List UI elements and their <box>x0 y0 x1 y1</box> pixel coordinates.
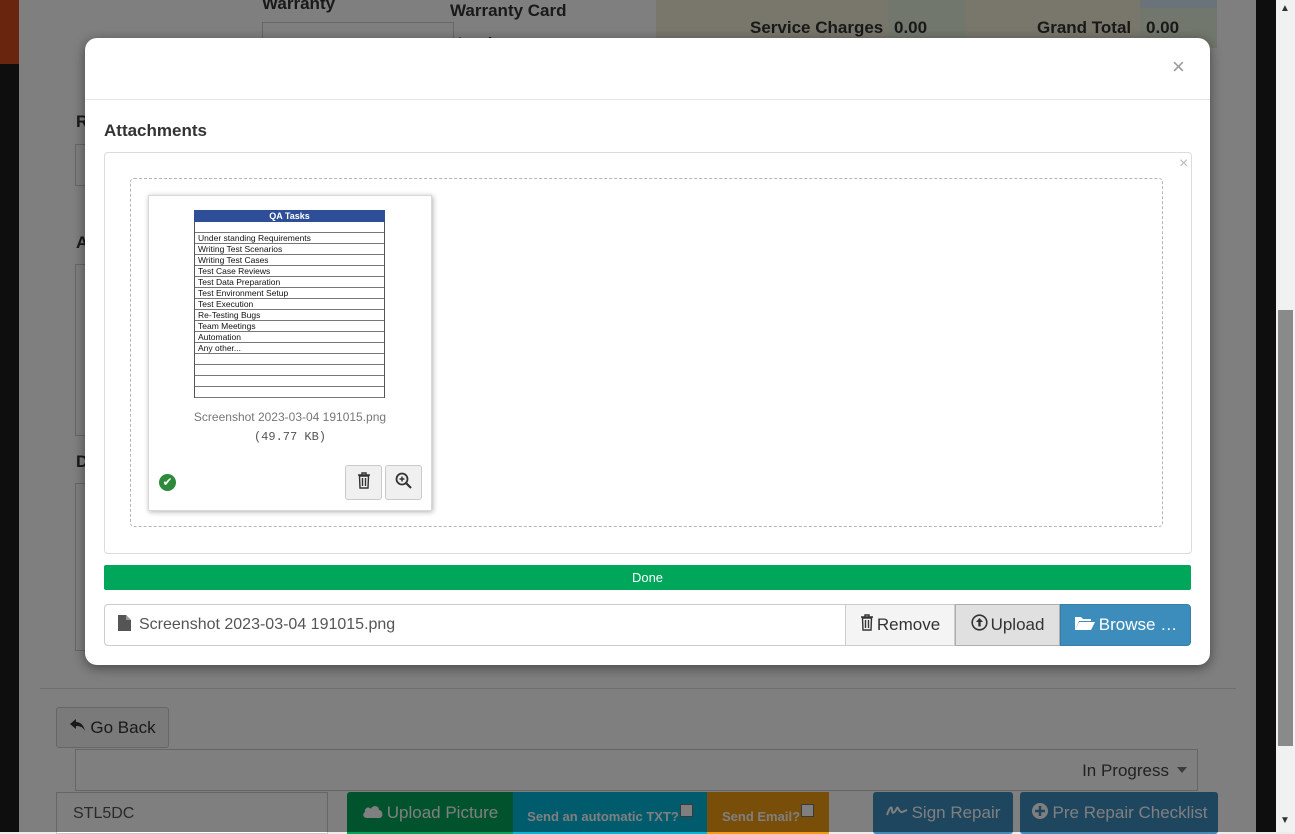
remove-file-button[interactable] <box>345 465 382 500</box>
scrollbar-thumb[interactable] <box>1278 310 1293 746</box>
file-icon <box>118 614 131 636</box>
file-input-group: Screenshot 2023-03-04 191015.png Remove … <box>104 604 1191 646</box>
file-caption[interactable]: Screenshot 2023-03-04 191015.png <box>104 604 846 646</box>
file-drop-zone[interactable]: QA Tasks Under standing Requirements Writ… <box>130 178 1163 527</box>
thumbnail-row: Test Execution <box>195 299 384 310</box>
file-caption-name: Screenshot 2023-03-04 191015.png <box>139 616 396 633</box>
file-preview-box: × QA Tasks Under standing Requirements Wr… <box>104 152 1192 554</box>
file-size: (49.77 KB) <box>253 430 326 444</box>
thumbnail-row <box>195 222 384 233</box>
trash-icon <box>357 471 371 494</box>
thumbnail-row: Test Environment Setup <box>195 288 384 299</box>
modal-header: × <box>85 38 1210 100</box>
thumbnail-row <box>195 365 384 376</box>
thumbnail-row: Any other... <box>195 343 384 354</box>
thumbnail-row <box>195 387 384 398</box>
thumbnail-title: QA Tasks <box>194 210 385 222</box>
remove-button[interactable]: Remove <box>845 604 955 646</box>
upload-button[interactable]: Upload <box>955 604 1060 646</box>
scroll-down-arrow[interactable]: ▼ <box>1279 815 1291 826</box>
attachments-modal: × Attachments × QA Tasks Under standing … <box>85 38 1210 665</box>
browse-button[interactable]: Browse … <box>1060 604 1191 646</box>
thumbnail-row: Writing Test Cases <box>195 255 384 266</box>
scroll-up-arrow[interactable]: ▲ <box>1279 3 1291 14</box>
clear-preview-button[interactable]: × <box>1179 155 1188 173</box>
trash-icon <box>860 614 874 636</box>
thumbnail-row: Test Case Reviews <box>195 266 384 277</box>
upload-circle-icon <box>970 614 988 636</box>
browse-label: Browse … <box>1098 615 1178 634</box>
thumbnail-row: Automation <box>195 332 384 343</box>
thumbnail-row <box>195 376 384 387</box>
check-circle-icon: ✔ <box>159 474 176 491</box>
modal-close-button[interactable]: × <box>1172 54 1185 80</box>
folder-open-icon <box>1074 615 1096 636</box>
zoom-file-button[interactable] <box>385 465 422 500</box>
attachments-title: Attachments <box>104 121 207 140</box>
thumbnail-row: Re-Testing Bugs <box>195 310 384 321</box>
remove-label: Remove <box>876 615 941 634</box>
thumbnail-row: Under standing Requirements <box>195 233 384 244</box>
file-name: Screenshot 2023-03-04 191015.png <box>193 410 387 424</box>
thumbnail-table: Under standing Requirements Writing Test … <box>194 222 385 398</box>
thumbnail-row: Writing Test Scenarios <box>195 244 384 255</box>
zoom-in-icon <box>395 472 412 494</box>
file-preview-card: QA Tasks Under standing Requirements Writ… <box>148 195 432 511</box>
upload-label: Upload <box>990 615 1045 634</box>
file-thumbnail[interactable]: QA Tasks Under standing Requirements Writ… <box>194 210 385 398</box>
upload-progress-bar: Done <box>104 565 1191 590</box>
thumbnail-row <box>195 354 384 365</box>
thumbnail-row: Team Meetings <box>195 321 384 332</box>
thumbnail-row: Test Data Preparation <box>195 277 384 288</box>
